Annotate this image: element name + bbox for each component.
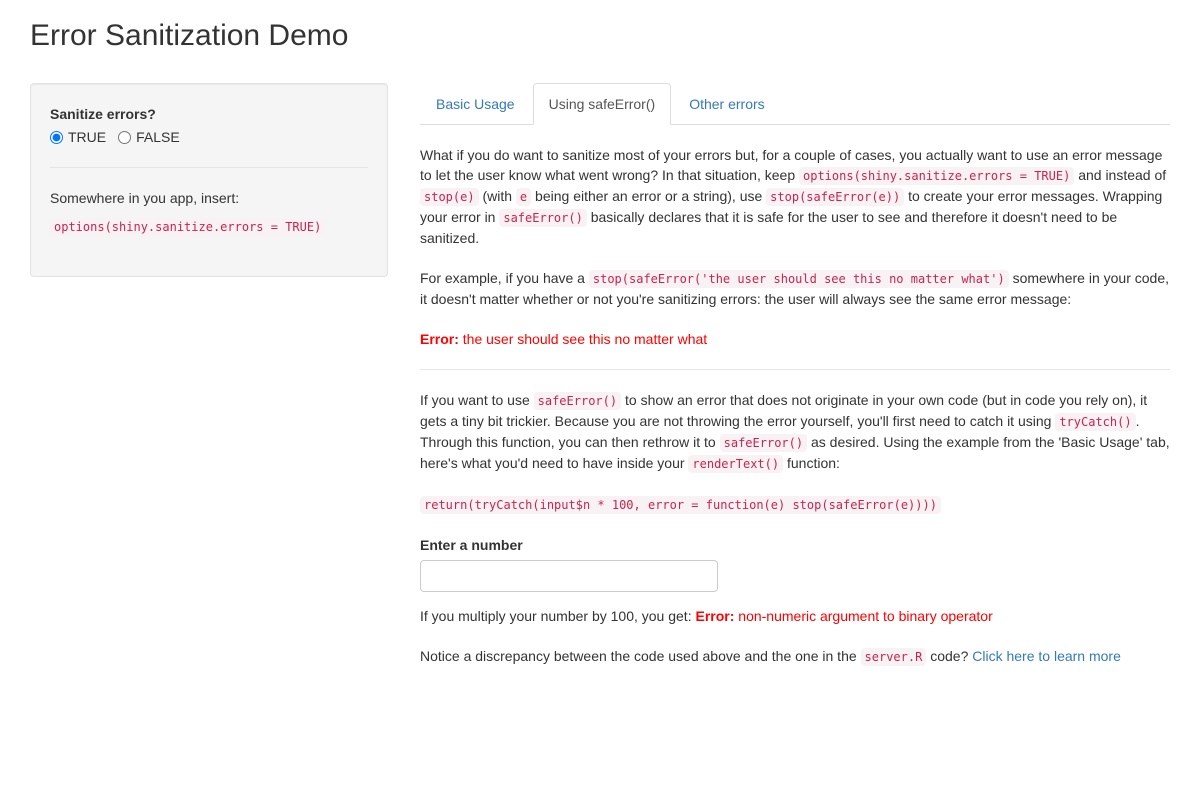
paragraph-text: For example, if you have a — [420, 270, 589, 286]
inline-code: safeError() — [499, 209, 587, 227]
paragraph-text: being either an error or a string), use — [531, 188, 767, 204]
divider — [420, 369, 1170, 370]
sanitize-radio-group: TRUE FALSE — [50, 127, 368, 147]
inline-code: e — [515, 188, 532, 206]
inline-code: renderText() — [688, 455, 784, 473]
inline-code: stop(e) — [420, 188, 479, 206]
tab-using-safeerror[interactable]: Using safeError() — [532, 83, 672, 125]
error-prefix: Error: — [695, 608, 735, 624]
inline-code: safeError() — [719, 434, 808, 452]
inline-code: safeError() — [533, 392, 622, 410]
error-text: the user should see this no matter what — [462, 331, 708, 347]
radio-true[interactable]: TRUE — [50, 127, 106, 147]
radio-false-input[interactable] — [118, 130, 132, 144]
paragraph: What if you do want to sanitize most of … — [420, 145, 1170, 248]
number-label: Enter a number — [420, 537, 523, 553]
inline-code: server.R — [860, 648, 927, 666]
number-input[interactable] — [420, 560, 718, 592]
notice-text: Notice a discrepancy between the code us… — [420, 646, 1170, 667]
sidebar-panel: Sanitize errors? TRUE FALSE Somewhere in… — [30, 83, 388, 277]
notice-label-2: code? — [926, 648, 973, 664]
tab-basic-usage[interactable]: Basic Usage — [420, 83, 531, 124]
insert-text: Somewhere in you app, insert: — [50, 190, 240, 206]
result-text: If you multiply your number by 100, you … — [420, 606, 1170, 626]
divider — [50, 167, 368, 168]
paragraph-text: and instead of — [1074, 167, 1167, 183]
insert-code: options(shiny.sanitize.errors = TRUE) — [50, 218, 326, 236]
paragraph-text: (with — [478, 188, 516, 204]
inline-code: tryCatch() — [1055, 413, 1136, 431]
inline-code: stop(safeError('the user should see this… — [588, 270, 1009, 288]
paragraph: For example, if you have a stop(safeErro… — [420, 268, 1170, 309]
result-label: If you multiply your number by 100, you … — [420, 608, 696, 624]
radio-false[interactable]: FALSE — [118, 127, 180, 147]
sanitize-label: Sanitize errors? — [50, 106, 156, 122]
tab-other-errors[interactable]: Other errors — [673, 83, 780, 124]
tab-bar: Basic Usage Using safeError() Other erro… — [420, 83, 1170, 125]
inline-code: return(tryCatch(input$n * 100, error = f… — [420, 496, 941, 514]
paragraph: If you want to use safeError() to show a… — [420, 390, 1170, 474]
learn-more-link[interactable]: Click here to learn more — [972, 648, 1121, 664]
notice-label: Notice a discrepancy between the code us… — [420, 648, 861, 664]
radio-false-label: FALSE — [136, 129, 180, 145]
inline-code: options(shiny.sanitize.errors = TRUE) — [799, 167, 1075, 185]
radio-true-label: TRUE — [68, 129, 107, 145]
error-prefix: Error: — [420, 331, 459, 347]
paragraph-text: If you want to use — [420, 392, 534, 408]
paragraph-text: function: — [783, 455, 840, 471]
inline-code: stop(safeError(e)) — [766, 188, 905, 206]
paragraph: return(tryCatch(input$n * 100, error = f… — [420, 494, 1170, 515]
radio-true-input[interactable] — [50, 130, 63, 144]
page-title: Error Sanitization Demo — [30, 19, 349, 52]
tab-pane: What if you do want to sanitize most of … — [420, 125, 1170, 667]
error-text: non-numeric argument to binary operator — [738, 608, 993, 624]
main-panel: Basic Usage Using safeError() Other erro… — [420, 83, 1170, 687]
error-message-1: Error: the user should see this no matte… — [420, 329, 1170, 349]
